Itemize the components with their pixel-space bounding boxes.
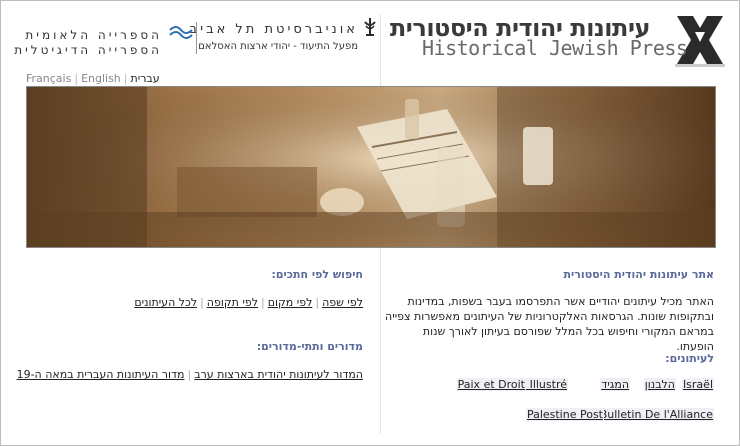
language-switcher: Français | English | עברית: [26, 72, 160, 85]
header-separator: [196, 22, 197, 54]
about-section-text: האתר מכיל עיתונים יהודיים אשר התפרסמו בע…: [385, 295, 714, 353]
newspaper-link-israel[interactable]: Israël: [681, 378, 714, 391]
newspaper-link-bulletin-alliance[interactable]: Bulletin De l'Alliance: [598, 408, 714, 421]
about-section-title: אתר עיתונות יהודית היסטורית: [563, 268, 714, 281]
hebrew-press-19th-century-link[interactable]: מדור העיתונות העברית במאה ה-19: [17, 368, 185, 381]
newspaper-link-hamagid[interactable]: המגיד: [600, 378, 630, 391]
newspaper-link-palestine-post[interactable]: Palestine Post: [525, 408, 604, 421]
header-banner-image: [26, 86, 716, 248]
link-separator: |: [187, 368, 192, 381]
national-library-icon: [169, 26, 193, 39]
search-by-links: לפי שפה|לפי מקום|לפי תקופה|לכל העיתונים: [134, 296, 363, 309]
tel-aviv-university-icon: [364, 18, 376, 36]
arab-countries-press-link[interactable]: המדור לעיתונות יהודית בארצות ערב: [194, 368, 363, 381]
language-french-link[interactable]: Français: [26, 72, 71, 85]
newspapers-section-title: לעיתונים:: [665, 352, 714, 365]
sections-title: מדורים ותתי-מדורים:: [256, 340, 363, 353]
link-separator: |: [200, 296, 204, 309]
search-by-place-link[interactable]: לפי מקום: [268, 296, 313, 309]
newspaper-link-halevanon[interactable]: הלבנון: [643, 378, 676, 391]
all-newspapers-link[interactable]: לכל העיתונים: [134, 296, 197, 309]
site-title-english[interactable]: Historical Jewish Press: [422, 36, 688, 60]
language-separator: |: [123, 72, 128, 85]
link-separator: |: [260, 296, 265, 309]
newspaper-link-paix-et-droit[interactable]: Paix et Droit: [456, 378, 526, 391]
national-library-name[interactable]: הספרייה הלאומית: [25, 28, 162, 42]
search-by-language-link[interactable]: לפי שפה: [322, 296, 363, 309]
national-library-subtitle: הספרייה הדיגיטלית: [14, 43, 162, 57]
search-by-period-link[interactable]: לפי תקופה: [207, 296, 258, 309]
tel-aviv-university-subtitle: מפעל התיעוד - יהודי ארצות האסלאם: [198, 41, 358, 52]
tel-aviv-university-name[interactable]: אוניברסיטת תל אביב: [190, 22, 358, 37]
language-separator: |: [74, 72, 79, 85]
search-by-section-title: חיפוש לפי חתכים:: [271, 268, 363, 281]
language-hebrew-current: עברית: [130, 72, 160, 85]
banner-artwork: [27, 87, 715, 247]
sections-links: המדור לעיתונות יהודית בארצות ערב|מדור הע…: [17, 368, 363, 381]
link-separator: |: [315, 296, 320, 309]
language-english-link[interactable]: English: [81, 72, 121, 85]
